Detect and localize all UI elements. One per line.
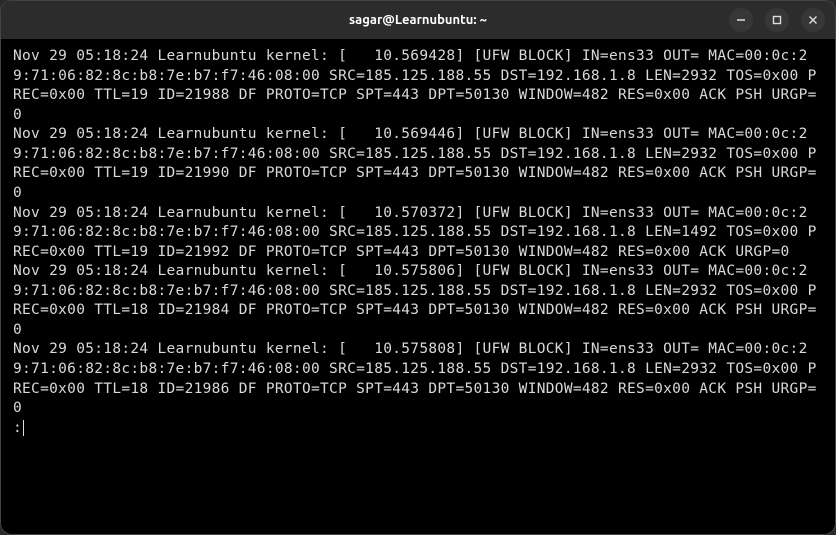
terminal-body[interactable]: Nov 29 05:18:24 Learnubuntu kernel: [ 10… (1, 39, 835, 534)
log-line: Nov 29 05:18:24 Learnubuntu kernel: [ 10… (13, 262, 823, 340)
log-line: Nov 29 05:18:24 Learnubuntu kernel: [ 10… (13, 47, 823, 125)
window-controls (729, 8, 825, 32)
terminal-window: sagar@Learnubuntu: ~ Nov 29 05:18:24 Lea… (0, 0, 836, 535)
window-title: sagar@Learnubuntu: ~ (349, 13, 487, 27)
log-line: Nov 29 05:18:24 Learnubuntu kernel: [ 10… (13, 340, 823, 418)
maximize-button[interactable] (765, 8, 789, 32)
pager-prompt[interactable]: : (13, 419, 823, 439)
maximize-icon (772, 15, 782, 25)
minimize-button[interactable] (729, 8, 753, 32)
log-line: Nov 29 05:18:24 Learnubuntu kernel: [ 10… (13, 125, 823, 203)
log-line: Nov 29 05:18:24 Learnubuntu kernel: [ 10… (13, 204, 823, 263)
cursor (23, 420, 24, 436)
close-icon (808, 15, 818, 25)
close-button[interactable] (801, 8, 825, 32)
pager-prompt-char: : (13, 419, 22, 439)
titlebar: sagar@Learnubuntu: ~ (1, 1, 835, 39)
minimize-icon (736, 15, 746, 25)
